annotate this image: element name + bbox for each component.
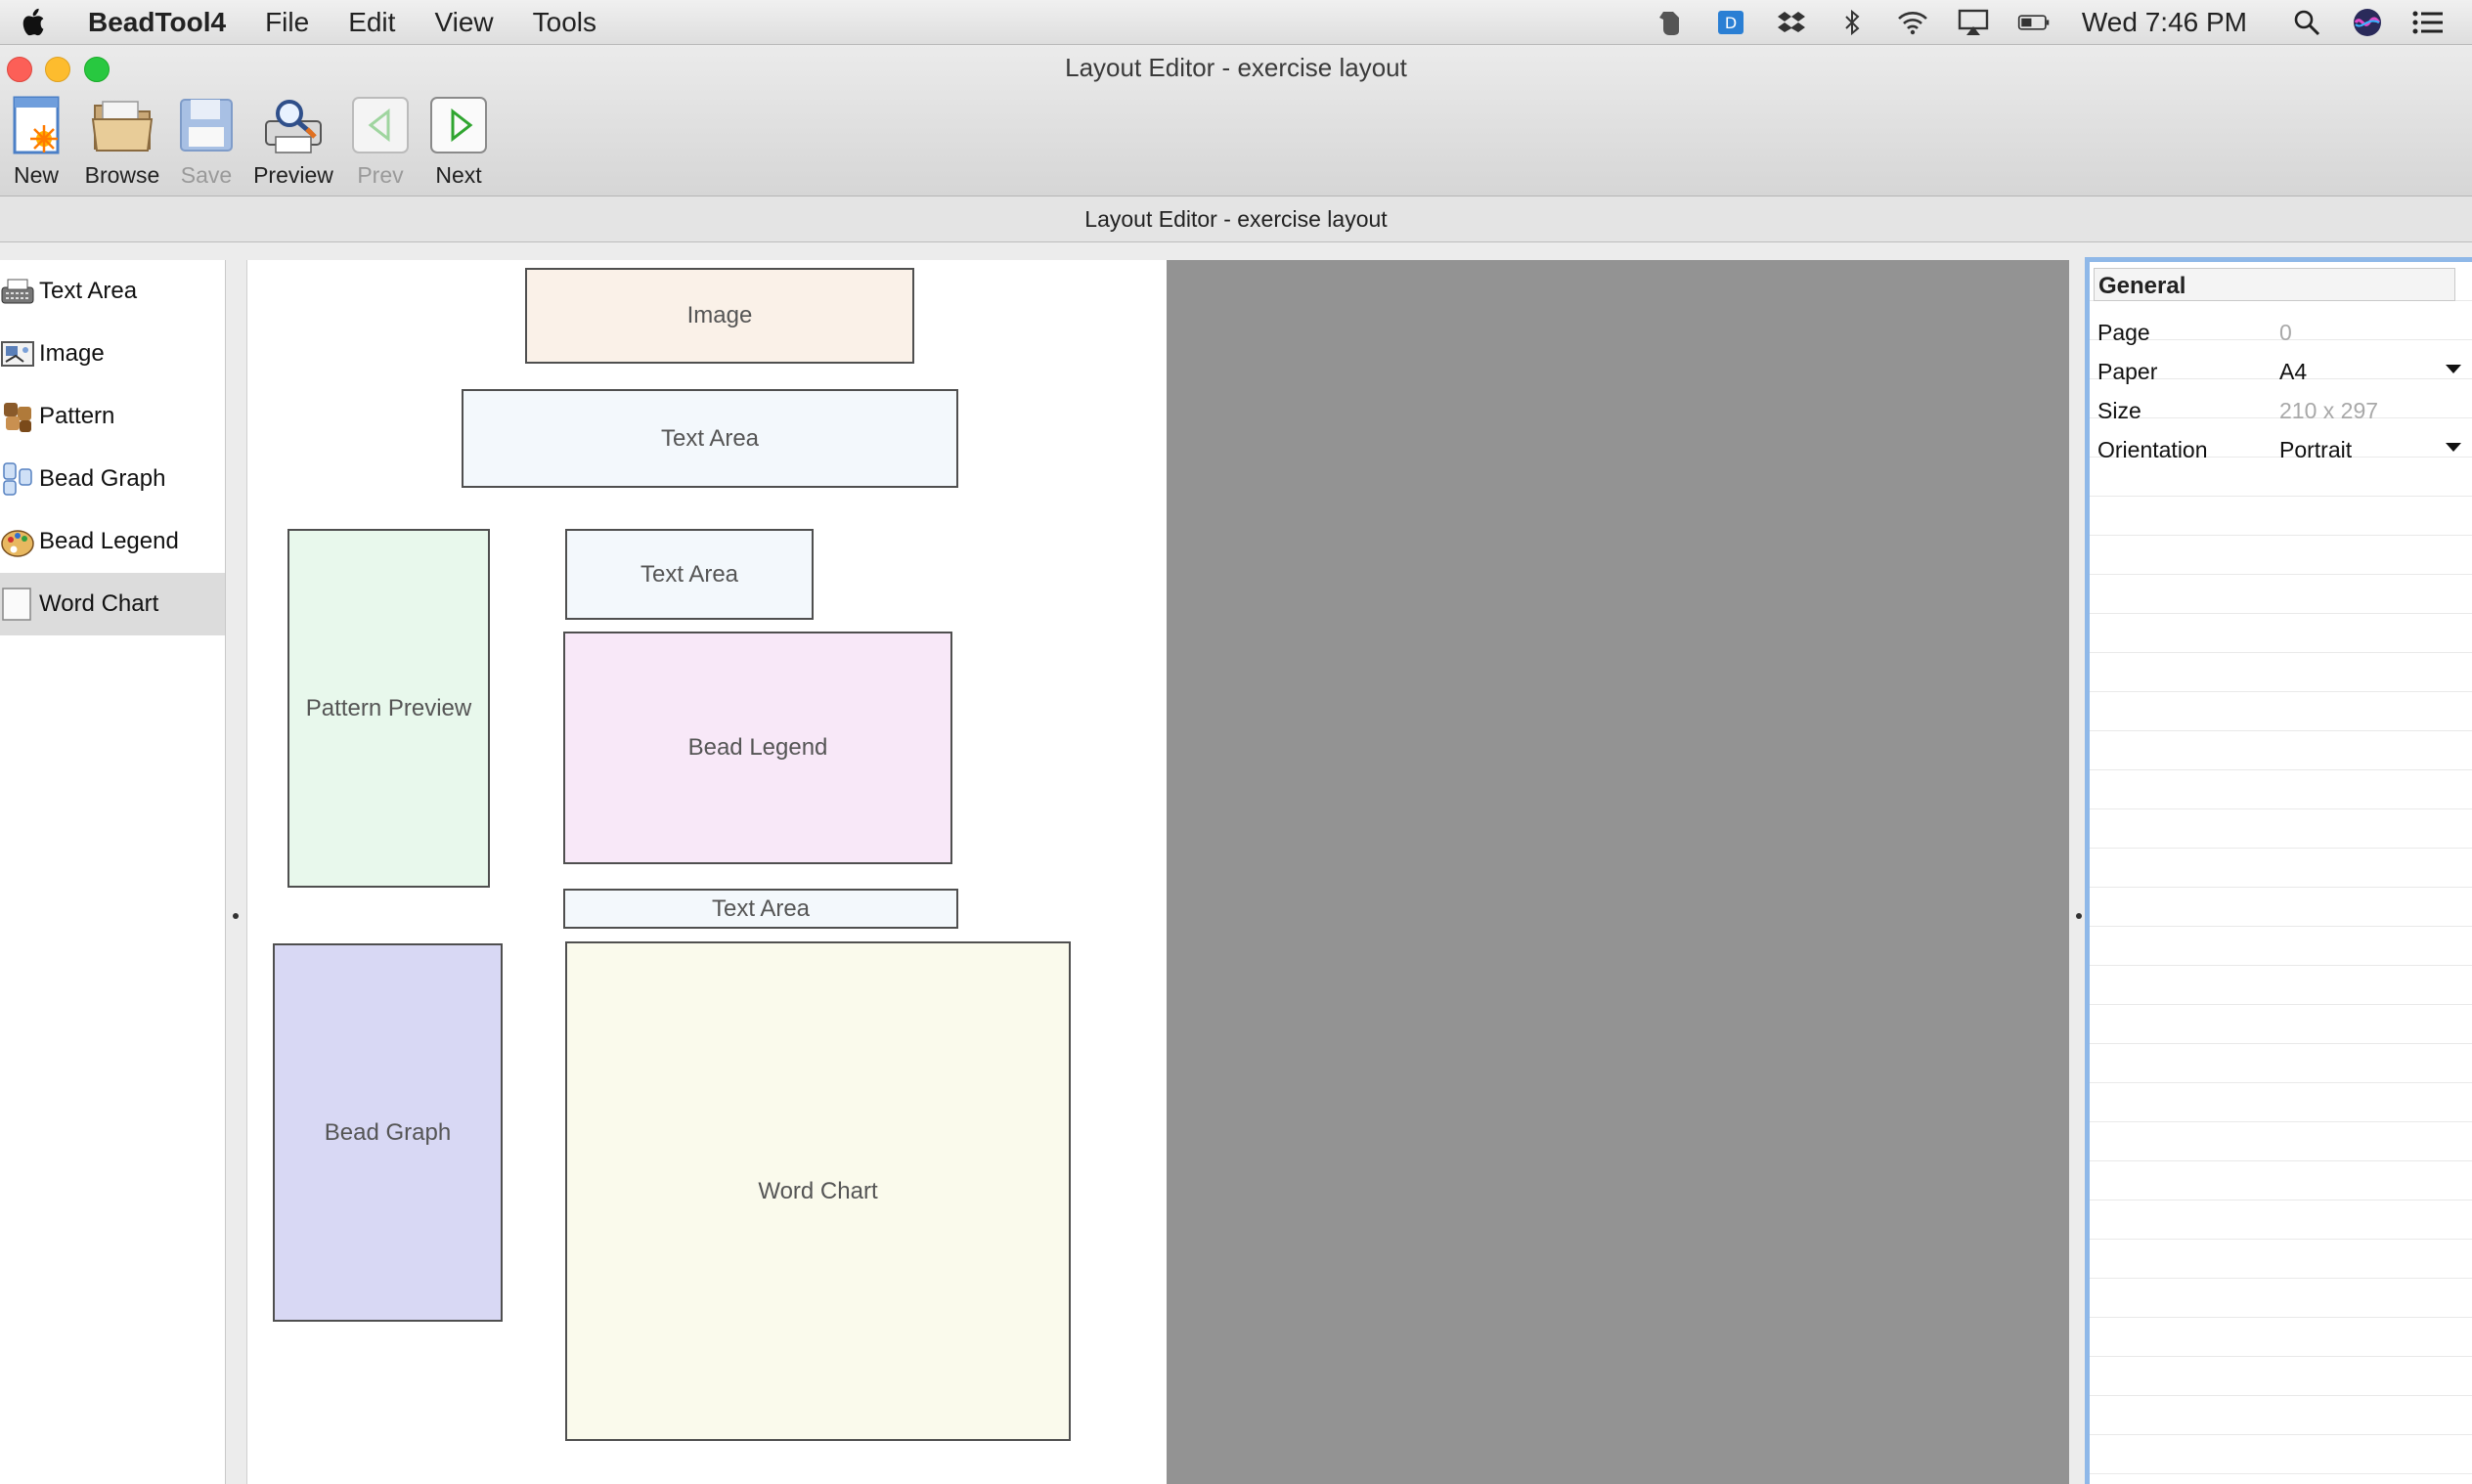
text-area-block-middle[interactable]: Text Area — [565, 529, 814, 620]
image-block[interactable]: Image — [525, 268, 914, 364]
next-button-label: Next — [435, 162, 482, 188]
dropdown-arrow-icon[interactable] — [2446, 364, 2461, 373]
palette-item-bead-graph[interactable]: Bead Graph — [0, 448, 225, 510]
bead-graph-icon — [3, 462, 32, 496]
bead-graph-block[interactable]: Bead Graph — [273, 943, 503, 1322]
notification-center-icon[interactable] — [2411, 6, 2445, 39]
palette-item-text-area[interactable]: Text Area — [0, 260, 225, 323]
paper-value: A4 — [2279, 358, 2308, 384]
bead-legend-block[interactable]: Bead Legend — [563, 632, 952, 864]
prev-button-label: Prev — [357, 162, 404, 188]
palette-item-label: Image — [39, 340, 105, 367]
right-splitter-handle[interactable] — [2076, 913, 2082, 919]
palette-item-pattern[interactable]: Pattern — [0, 385, 225, 448]
property-label: Paper — [2097, 358, 2158, 384]
property-label: Page — [2097, 319, 2150, 345]
preview-button-label: Preview — [253, 162, 333, 188]
orientation-value: Portrait — [2279, 436, 2353, 462]
blank-page-icon — [2, 588, 31, 621]
palette-paint-icon — [1, 530, 34, 557]
property-row-paper: Paper A4 — [2097, 352, 2469, 391]
arrow-left-icon — [352, 97, 409, 153]
property-row-page: Page 0 — [2097, 313, 2469, 352]
bead-pattern-icon — [4, 403, 31, 432]
battery-icon[interactable] — [2017, 6, 2051, 39]
next-button[interactable]: Next — [405, 94, 512, 189]
folder-icon — [91, 101, 154, 152]
typewriter-icon — [1, 279, 34, 304]
dropbox-app-icon[interactable]: D — [1714, 6, 1747, 39]
element-palette: Text Area Image Pattern Bead Graph Bead … — [0, 260, 226, 1484]
bluetooth-icon[interactable] — [1835, 6, 1869, 39]
palette-item-word-chart[interactable]: Word Chart — [0, 573, 225, 635]
palette-item-bead-legend[interactable]: Bead Legend — [0, 510, 225, 573]
spotlight-search-icon[interactable] — [2290, 6, 2323, 39]
word-chart-block[interactable]: Word Chart — [565, 941, 1071, 1441]
picture-icon — [1, 341, 34, 367]
text-area-block-top[interactable]: Text Area — [462, 389, 958, 488]
print-preview-icon — [265, 100, 322, 153]
apple-menu-icon[interactable] — [20, 7, 49, 38]
orientation-select[interactable]: Portrait — [2279, 437, 2469, 463]
palette-item-label: Text Area — [39, 278, 138, 304]
text-area-block-small[interactable]: Text Area — [563, 889, 958, 929]
palette-item-label: Pattern — [39, 403, 115, 429]
property-label: Orientation — [2097, 436, 2208, 462]
menu-clock[interactable]: Wed 7:46 PM — [2082, 7, 2247, 38]
size-value: 210 x 297 — [2279, 397, 2379, 423]
palette-item-label: Bead Legend — [39, 528, 179, 554]
palette-item-label: Bead Graph — [39, 465, 166, 492]
left-splitter-handle[interactable] — [233, 913, 239, 919]
layout-page[interactable]: Image Text Area Pattern Preview Text Are… — [246, 260, 1167, 1484]
paper-select[interactable]: A4 — [2279, 359, 2469, 385]
window-title: Layout Editor - exercise layout — [1065, 53, 1407, 82]
property-row-size: Size 210 x 297 — [2097, 391, 2469, 430]
file-menu[interactable]: File — [265, 7, 309, 38]
palette-item-label: Word Chart — [39, 590, 159, 617]
svg-text:D: D — [1725, 14, 1737, 32]
page-value: 0 — [2279, 319, 2292, 345]
dropdown-arrow-icon[interactable] — [2446, 442, 2461, 452]
property-row-orientation: Orientation Portrait — [2097, 430, 2469, 469]
menu-bar: BeadTool4 File Edit View Tools D Wed 7:4… — [0, 0, 2472, 45]
evernote-icon[interactable] — [1654, 6, 1687, 39]
new-document-icon — [13, 96, 60, 154]
tools-menu[interactable]: Tools — [533, 7, 596, 38]
section-header-general[interactable]: General — [2094, 268, 2455, 301]
property-label: Size — [2097, 397, 2141, 423]
editor-subtitle: Layout Editor - exercise layout — [0, 196, 2472, 242]
arrow-right-icon — [430, 97, 487, 153]
window-toolbar: Layout Editor - exercise layout New Brow… — [0, 45, 2472, 196]
edit-menu[interactable]: Edit — [348, 7, 395, 38]
canvas-background — [1166, 260, 2069, 1484]
wifi-icon[interactable] — [1896, 6, 1929, 39]
app-menu[interactable]: BeadTool4 — [88, 7, 226, 38]
browse-button-label: Browse — [84, 162, 160, 188]
palette-item-image[interactable]: Image — [0, 323, 225, 385]
pattern-preview-block[interactable]: Pattern Preview — [287, 529, 490, 888]
save-button-label: Save — [180, 162, 233, 188]
airplay-icon[interactable] — [1957, 6, 1990, 39]
view-menu[interactable]: View — [434, 7, 493, 38]
dropbox-icon[interactable] — [1775, 6, 1808, 39]
new-button-label: New — [13, 162, 59, 188]
siri-icon[interactable] — [2351, 6, 2384, 39]
floppy-disk-icon — [180, 99, 233, 152]
properties-inspector: General Page 0 Paper A4 Size 210 x 297 O… — [2085, 257, 2472, 1484]
